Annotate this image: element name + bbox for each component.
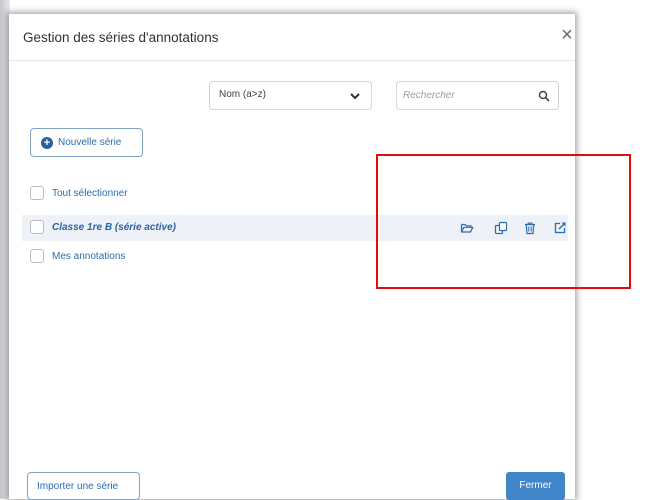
close-icon[interactable]: × (558, 25, 576, 45)
search-input[interactable] (403, 86, 523, 105)
select-all-label[interactable]: Tout sélectionner (52, 188, 128, 199)
dialog-header: Gestion des séries d'annotations × (9, 14, 575, 61)
sort-select[interactable]: Nom (a>z) (209, 81, 372, 110)
series-checkbox[interactable] (30, 220, 44, 234)
import-series-button[interactable]: Importer une série (27, 472, 140, 500)
import-series-label: Importer une série (37, 481, 119, 492)
highlight-box (376, 154, 630, 289)
close-dialog-button[interactable]: Fermer (506, 472, 565, 500)
new-series-label: Nouvelle série (58, 137, 122, 148)
series-label[interactable]: Mes annotations (52, 251, 125, 262)
highlight-box-edge (629, 154, 631, 289)
series-label[interactable]: Classe 1re B (série active) (52, 222, 176, 233)
dialog-title: Gestion des séries d'annotations (23, 30, 219, 45)
series-checkbox[interactable] (30, 249, 44, 263)
select-all-checkbox[interactable] (30, 186, 44, 200)
search-icon[interactable] (538, 90, 550, 102)
new-series-button[interactable]: + Nouvelle série (30, 128, 143, 157)
plus-circle-icon: + (41, 137, 53, 149)
chevron-down-icon (350, 93, 360, 100)
search-field[interactable] (396, 81, 559, 110)
close-dialog-label: Fermer (519, 480, 552, 491)
sort-select-value: Nom (a>z) (219, 89, 266, 100)
